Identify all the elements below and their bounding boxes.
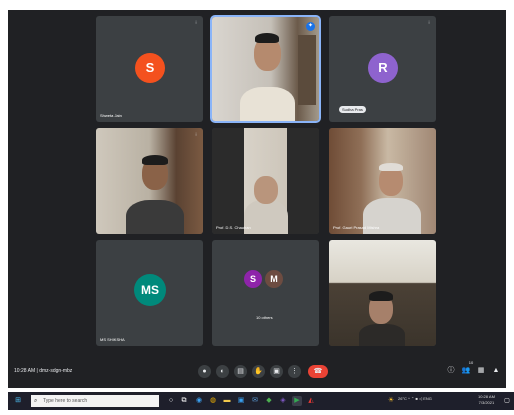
activities-icon[interactable]: ▲: [491, 366, 501, 376]
person-body: [240, 87, 295, 121]
participant-tile[interactable]: Prof. Gauri Prasad Mishra: [329, 128, 436, 234]
edge-icon[interactable]: ◉: [194, 396, 204, 406]
mic-muted-icon: ⁝: [195, 20, 197, 26]
chrome-icon[interactable]: ◍: [208, 396, 218, 406]
avatar: R: [368, 53, 398, 83]
meeting-controls: 10:28 AM | dmz-sdgn-mbz ● ◐ ▤ ✋ ▣ ⋮ ☎ ⓘ …: [8, 358, 506, 388]
person-body: [126, 200, 184, 234]
mic-icon[interactable]: ●: [198, 365, 211, 378]
store-icon[interactable]: ▣: [236, 396, 246, 406]
meeting-time: 10:28 AM: [14, 368, 36, 374]
windows-start-icon[interactable]: ⊞: [13, 396, 23, 406]
more-icon[interactable]: ⋮: [288, 365, 301, 378]
search-input[interactable]: ⌕ Type here to search: [31, 395, 159, 407]
person-hair: [142, 155, 168, 165]
person-head: [254, 176, 278, 204]
participant-tile[interactable]: MS MS SHIKSHA: [96, 240, 203, 346]
avatar: MS: [134, 274, 166, 306]
participant-tile[interactable]: ⁝ S Shweta Jain: [96, 16, 203, 122]
app-icon[interactable]: ◆: [264, 396, 274, 406]
notifications-icon[interactable]: ▢: [502, 396, 512, 406]
info-icon[interactable]: ⓘ: [446, 366, 456, 376]
meet-app-icon[interactable]: ▶: [292, 396, 302, 406]
avatar: S: [135, 53, 165, 83]
participant-tile-others[interactable]: S M 10 others: [212, 240, 319, 346]
cortana-icon[interactable]: ○: [166, 396, 176, 406]
person-hair: [379, 163, 403, 171]
shelf: [298, 35, 316, 105]
present-icon[interactable]: ▣: [270, 365, 283, 378]
meeting-info: 10:28 AM | dmz-sdgn-mbz: [14, 368, 72, 374]
search-placeholder: Type here to search: [43, 398, 88, 404]
separator: |: [36, 368, 38, 374]
person-hair: [369, 291, 393, 301]
chat-icon[interactable]: ▦: [476, 366, 486, 376]
participant-tile[interactable]: ⁝ R Sudha Pras: [329, 16, 436, 122]
meeting-code: dmz-sdgn-mbz: [39, 368, 73, 374]
weather-icon: ☀: [387, 397, 395, 404]
participant-name: Prof. D.S. Chauhan: [216, 225, 251, 230]
app-icon-2[interactable]: ◭: [306, 396, 316, 406]
pin-icon[interactable]: ✦: [306, 22, 315, 31]
raise-hand-icon[interactable]: ✋: [252, 365, 265, 378]
participant-name: 10 others: [256, 315, 273, 320]
taskbar-date: 7/3/2021: [478, 400, 495, 405]
mail-icon[interactable]: ✉: [250, 396, 260, 406]
participant-tile[interactable]: ⁝: [96, 128, 203, 234]
end-call-button[interactable]: ☎: [308, 365, 328, 378]
participant-tile-pinned[interactable]: ✦: [210, 15, 321, 123]
taskbar-clock: 10:28 AM 7/3/2021: [478, 394, 495, 406]
windows-taskbar: ⊞ ⌕ Type here to search ○ ⧉ ◉ ◍ ▬ ▣ ✉ ◆ …: [8, 392, 514, 410]
avatar: S: [244, 270, 262, 288]
system-tray: 26°C ^ ⌃ ■ ◁ ENG: [398, 396, 432, 401]
participant-name: Sudha Pras: [339, 106, 366, 113]
people-count: 10: [468, 360, 474, 365]
mic-muted-icon: ⁝: [195, 132, 197, 138]
camera-icon[interactable]: ◐: [216, 365, 229, 378]
participant-name: MS SHIKSHA: [100, 337, 125, 342]
search-icon: ⌕: [34, 398, 38, 404]
person-hair: [255, 33, 279, 43]
mic-muted-icon: ⁝: [428, 20, 430, 26]
captions-icon[interactable]: ▤: [234, 365, 247, 378]
person-body: [359, 324, 405, 346]
participant-tile[interactable]: [329, 240, 436, 346]
photos-icon[interactable]: ◈: [278, 396, 288, 406]
participant-name: Prof. Gauri Prasad Mishra: [333, 225, 380, 230]
meeting-window: ⁝ S Shweta Jain ✦ ⁝ R Sudha Pras ⁝ Prof.…: [8, 10, 506, 388]
participant-name: Shweta Jain: [100, 113, 122, 118]
avatar: M: [265, 270, 283, 288]
participant-tile[interactable]: Prof. D.S. Chauhan: [212, 128, 319, 234]
task-view-icon[interactable]: ⧉: [179, 396, 189, 406]
file-explorer-icon[interactable]: ▬: [222, 396, 232, 406]
